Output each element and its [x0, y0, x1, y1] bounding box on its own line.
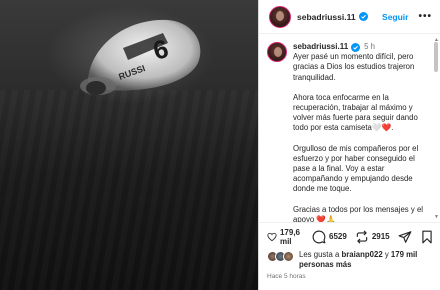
- scroll-down-arrow-icon[interactable]: ▼: [434, 214, 439, 220]
- follow-button[interactable]: Seguir: [382, 12, 408, 22]
- reposts-count[interactable]: 2915: [372, 232, 390, 241]
- post-modal: 6 RUSSI sebadriussi.11 Seguir ••• sebadr…: [0, 0, 440, 290]
- liked-by: Les gusta a braianp022 y 179 mil persona…: [267, 250, 432, 270]
- caption-paragraph: Ahora toca enfocarme en la recuperación,…: [293, 92, 418, 133]
- liked-by-user[interactable]: braianp022: [341, 250, 382, 259]
- caption: sebadriussi.11 5 h Ayer pasé un momento …: [267, 42, 428, 222]
- photo-turf: [0, 90, 258, 290]
- liked-by-text: Les gusta a braianp022 y 179 mil persona…: [299, 250, 432, 270]
- scrollbar-thumb[interactable]: [434, 42, 438, 72]
- comment-button[interactable]: 6529: [312, 230, 347, 244]
- post-photo[interactable]: 6 RUSSI: [0, 0, 258, 290]
- repost-button[interactable]: 2915: [355, 230, 390, 244]
- heart-icon: [267, 232, 277, 241]
- author-avatar[interactable]: [269, 5, 291, 28]
- repost-icon: [356, 230, 368, 243]
- caption-username[interactable]: sebadriussi.11: [293, 42, 348, 52]
- avatar: [283, 251, 294, 262]
- share-button[interactable]: [398, 230, 412, 244]
- post-side-panel: sebadriussi.11 Seguir ••• sebadriussi.11: [258, 0, 440, 290]
- liked-by-prefix: Les gusta a: [299, 250, 342, 259]
- comments-area: sebadriussi.11 5 h Ayer pasé un momento …: [259, 34, 440, 222]
- caption-paragraph: Ayer pasé un momento difícil, pero graci…: [293, 52, 415, 82]
- like-button[interactable]: 179,6 mil: [267, 228, 304, 246]
- verified-badge-icon: [358, 12, 368, 21]
- player-figure: 6 RUSSI: [80, 19, 201, 95]
- verified-badge-icon: [351, 42, 361, 52]
- caption-time[interactable]: 5 h: [364, 42, 375, 52]
- author-username[interactable]: sebadriussi.11: [297, 12, 356, 22]
- comments-scrollbar[interactable]: [434, 40, 438, 220]
- share-icon: [398, 230, 412, 243]
- liked-by-avatars[interactable]: [267, 251, 294, 262]
- comments-count[interactable]: 6529: [329, 232, 347, 241]
- likes-count[interactable]: 179,6 mil: [280, 228, 304, 246]
- more-options-icon[interactable]: •••: [418, 11, 432, 22]
- liked-by-middle: y: [382, 250, 391, 259]
- comment-icon: [312, 230, 326, 243]
- caption-paragraph: Orgulloso de mis compañeros por el esfue…: [293, 143, 419, 194]
- post-header: sebadriussi.11 Seguir •••: [259, 0, 440, 34]
- caption-paragraph: Gracias a todos por los mensajes y el ap…: [293, 204, 424, 222]
- bookmark-icon: [421, 230, 432, 243]
- caption-avatar[interactable]: [267, 42, 287, 62]
- save-button[interactable]: [420, 230, 434, 244]
- action-bar: 179,6 mil 6529 2915: [259, 222, 440, 250]
- post-time-ago[interactable]: Hace 5 horas: [267, 273, 306, 280]
